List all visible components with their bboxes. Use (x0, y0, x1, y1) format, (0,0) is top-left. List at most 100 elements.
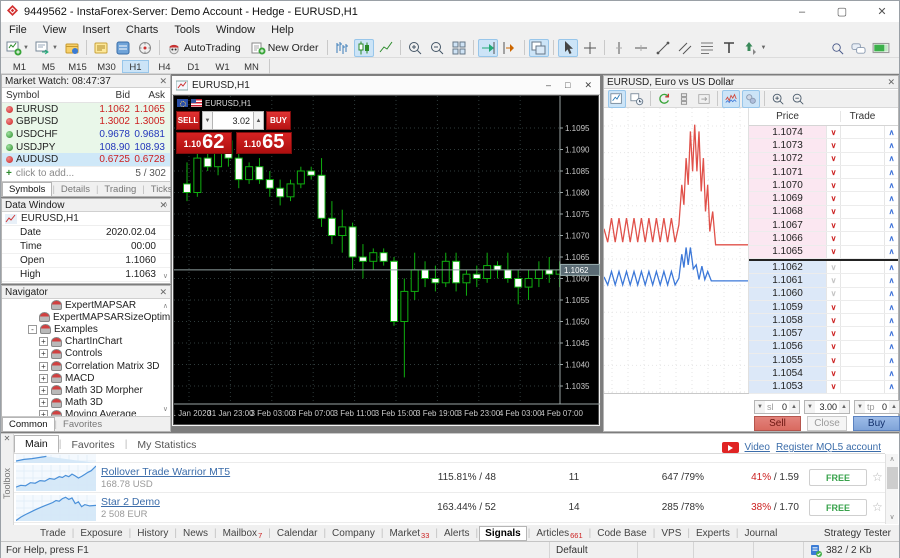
dom-buy-chevron-icon[interactable]: ∧ (884, 192, 898, 204)
toolbox-tab-news[interactable]: News (178, 527, 213, 540)
text-button[interactable] (719, 39, 739, 57)
symbol-row-gbpusd[interactable]: GBPUSD1.30021.3005 (2, 116, 170, 129)
menu-tools[interactable]: Tools (166, 24, 208, 36)
dom-sell-chevron-icon[interactable]: ∨ (826, 192, 840, 204)
timeframe-m5[interactable]: M5 (35, 60, 62, 73)
toolbox-tab-calendar[interactable]: Calendar (272, 527, 323, 540)
vertical-line-button[interactable] (609, 39, 629, 57)
dom-trade-cell[interactable] (840, 341, 884, 353)
zoom-out-button[interactable] (427, 39, 447, 57)
toolbox-tab-vps[interactable]: VPS (656, 527, 686, 540)
timeframe-m15[interactable]: M15 (64, 60, 91, 73)
take-profit-stepper[interactable]: ▼ tp 0 ▲ (854, 400, 900, 414)
market-watch-close-icon[interactable]: ✕ (159, 76, 167, 87)
dom-sell-chevron-icon[interactable]: ∨ (826, 354, 840, 366)
scr ollbar-down-icon[interactable]: ∨ (886, 512, 898, 524)
dom-sell-chevron-icon[interactable]: ∨ (826, 381, 840, 393)
toolbox-tab-history[interactable]: History (132, 527, 173, 540)
add-symbol-icon[interactable]: + (6, 168, 12, 179)
dom-buy-chevron-icon[interactable]: ∧ (884, 381, 898, 393)
toolbox-tab-signals[interactable]: Signals (479, 526, 527, 541)
arrows-button[interactable]: ▼ (741, 39, 768, 57)
stop-loss-stepper[interactable]: ▼ sl 0 ▲ (754, 400, 800, 414)
dom-trade-cell[interactable] (840, 139, 884, 151)
dom-buy-chevron-icon[interactable]: ∧ (884, 261, 898, 273)
expand-icon[interactable]: + (39, 349, 48, 358)
column-header-symbol[interactable]: Symbol (2, 90, 88, 101)
sell-price-button[interactable]: 1.10 62 (176, 132, 232, 154)
favorite-star-icon[interactable]: ☆ (872, 470, 883, 484)
toolbox-tab-experts[interactable]: Experts (691, 527, 735, 540)
connection-button[interactable] (870, 39, 892, 57)
chat-button[interactable] (849, 39, 868, 57)
dom-sell-chevron-icon[interactable]: ∨ (826, 341, 840, 353)
dom-trade-cell[interactable] (840, 381, 884, 393)
dom-trade-cell[interactable] (840, 166, 884, 178)
market-watch-tab-trading[interactable]: Trading (98, 183, 142, 196)
trendline-button[interactable] (653, 39, 673, 57)
sl-down-icon[interactable]: ▼ (755, 401, 765, 413)
market-watch-add-row[interactable]: + click to add... 5 / 302 (2, 166, 170, 180)
candle-chart-button[interactable] (354, 39, 374, 57)
sell-button[interactable]: SELL (176, 111, 200, 130)
auto-scroll-button[interactable] (478, 39, 498, 57)
search-button[interactable] (828, 39, 847, 57)
dom-trade-cell[interactable] (840, 192, 884, 204)
status-profile[interactable]: Default (549, 542, 637, 558)
dom-buy-chevron-icon[interactable]: ∧ (884, 246, 898, 258)
horizontal-line-button[interactable] (631, 39, 651, 57)
video-icon[interactable] (722, 442, 739, 453)
scripts-button[interactable] (62, 39, 82, 57)
dom-trade-cell[interactable] (840, 274, 884, 286)
scroll-down-icon[interactable]: ∨ (163, 272, 168, 280)
buy-price-button[interactable]: 1.10 65 (236, 132, 292, 154)
toolbox-tab-market[interactable]: Market33 (384, 527, 434, 540)
tp-down-icon[interactable]: ▼ (855, 401, 865, 413)
dom-buy-chevron-icon[interactable]: ∧ (884, 219, 898, 231)
dom-sell-chevron-icon[interactable]: ∨ (826, 232, 840, 244)
signal-row[interactable]: Rollover Trade Warrior MT5168.78 USD115.… (14, 463, 885, 493)
timeframe-m30[interactable]: M30 (93, 60, 120, 73)
nav-item-chartinchart[interactable]: +ChartInChart (2, 336, 170, 348)
signals-tab-favorites[interactable]: Favorites (62, 437, 125, 453)
timeframe-mn[interactable]: MN (238, 60, 265, 73)
column-header-ask[interactable]: Ask (130, 90, 168, 101)
dom-buy-chevron-icon[interactable]: ∧ (884, 327, 898, 339)
nav-item-expertmapsarsizeoptim[interactable]: ExpertMAPSARSizeOptim (2, 311, 170, 323)
autotrading-button[interactable]: AutoTrading (164, 39, 246, 57)
symbol-row-usdchf[interactable]: USDCHF0.96780.9681 (2, 128, 170, 141)
dom-trade-cell[interactable] (840, 153, 884, 165)
timeframe-m1[interactable]: M1 (6, 60, 33, 73)
dom-sell-chevron-icon[interactable]: ∨ (826, 166, 840, 178)
menu-window[interactable]: Window (208, 24, 263, 36)
nav-item-expertmapsar[interactable]: ExpertMAPSAR (2, 299, 170, 311)
navigator-button[interactable] (135, 39, 155, 57)
menu-insert[interactable]: Insert (74, 24, 118, 36)
dom-sell-button[interactable]: Sell (754, 416, 801, 431)
scrollbar-up-icon[interactable]: ∧ (886, 454, 898, 466)
dom-trade-cell[interactable] (840, 246, 884, 258)
timeframe-d1[interactable]: D1 (180, 60, 207, 73)
dom-trade-cell[interactable] (840, 301, 884, 313)
dom-trade-cell[interactable] (840, 314, 884, 326)
sl-value[interactable]: 0 (774, 402, 790, 412)
dom-buy-chevron-icon[interactable]: ∧ (884, 288, 898, 300)
profiles-button[interactable]: ▼ (33, 39, 60, 57)
navigator-tab-common[interactable]: Common (2, 417, 55, 431)
symbol-row-eurusd[interactable]: EURUSD1.10621.1065 (2, 103, 170, 116)
expand-icon[interactable]: + (39, 337, 48, 346)
toolbox-tab-alerts[interactable]: Alerts (439, 527, 475, 540)
sl-up-icon[interactable]: ▲ (789, 401, 799, 413)
toolbox-tab-trade[interactable]: Trade (35, 527, 71, 540)
timeframe-h4[interactable]: H4 (151, 60, 178, 73)
tp-up-icon[interactable]: ▲ (889, 401, 899, 413)
toolbox-tab-company[interactable]: Company (327, 527, 380, 540)
market-watch-tab-symbols[interactable]: Symbols (2, 182, 52, 196)
dom-close-button[interactable]: Close (807, 416, 847, 431)
dom-zoom-out-button[interactable] (789, 90, 807, 108)
toolbox-tab-journal[interactable]: Journal (740, 527, 783, 540)
dom-sell-chevron-icon[interactable]: ∨ (826, 153, 840, 165)
chart-maximize-icon[interactable]: □ (565, 80, 570, 91)
dom-trade-cell[interactable] (840, 219, 884, 231)
dom-market-depth-button[interactable] (675, 90, 693, 108)
